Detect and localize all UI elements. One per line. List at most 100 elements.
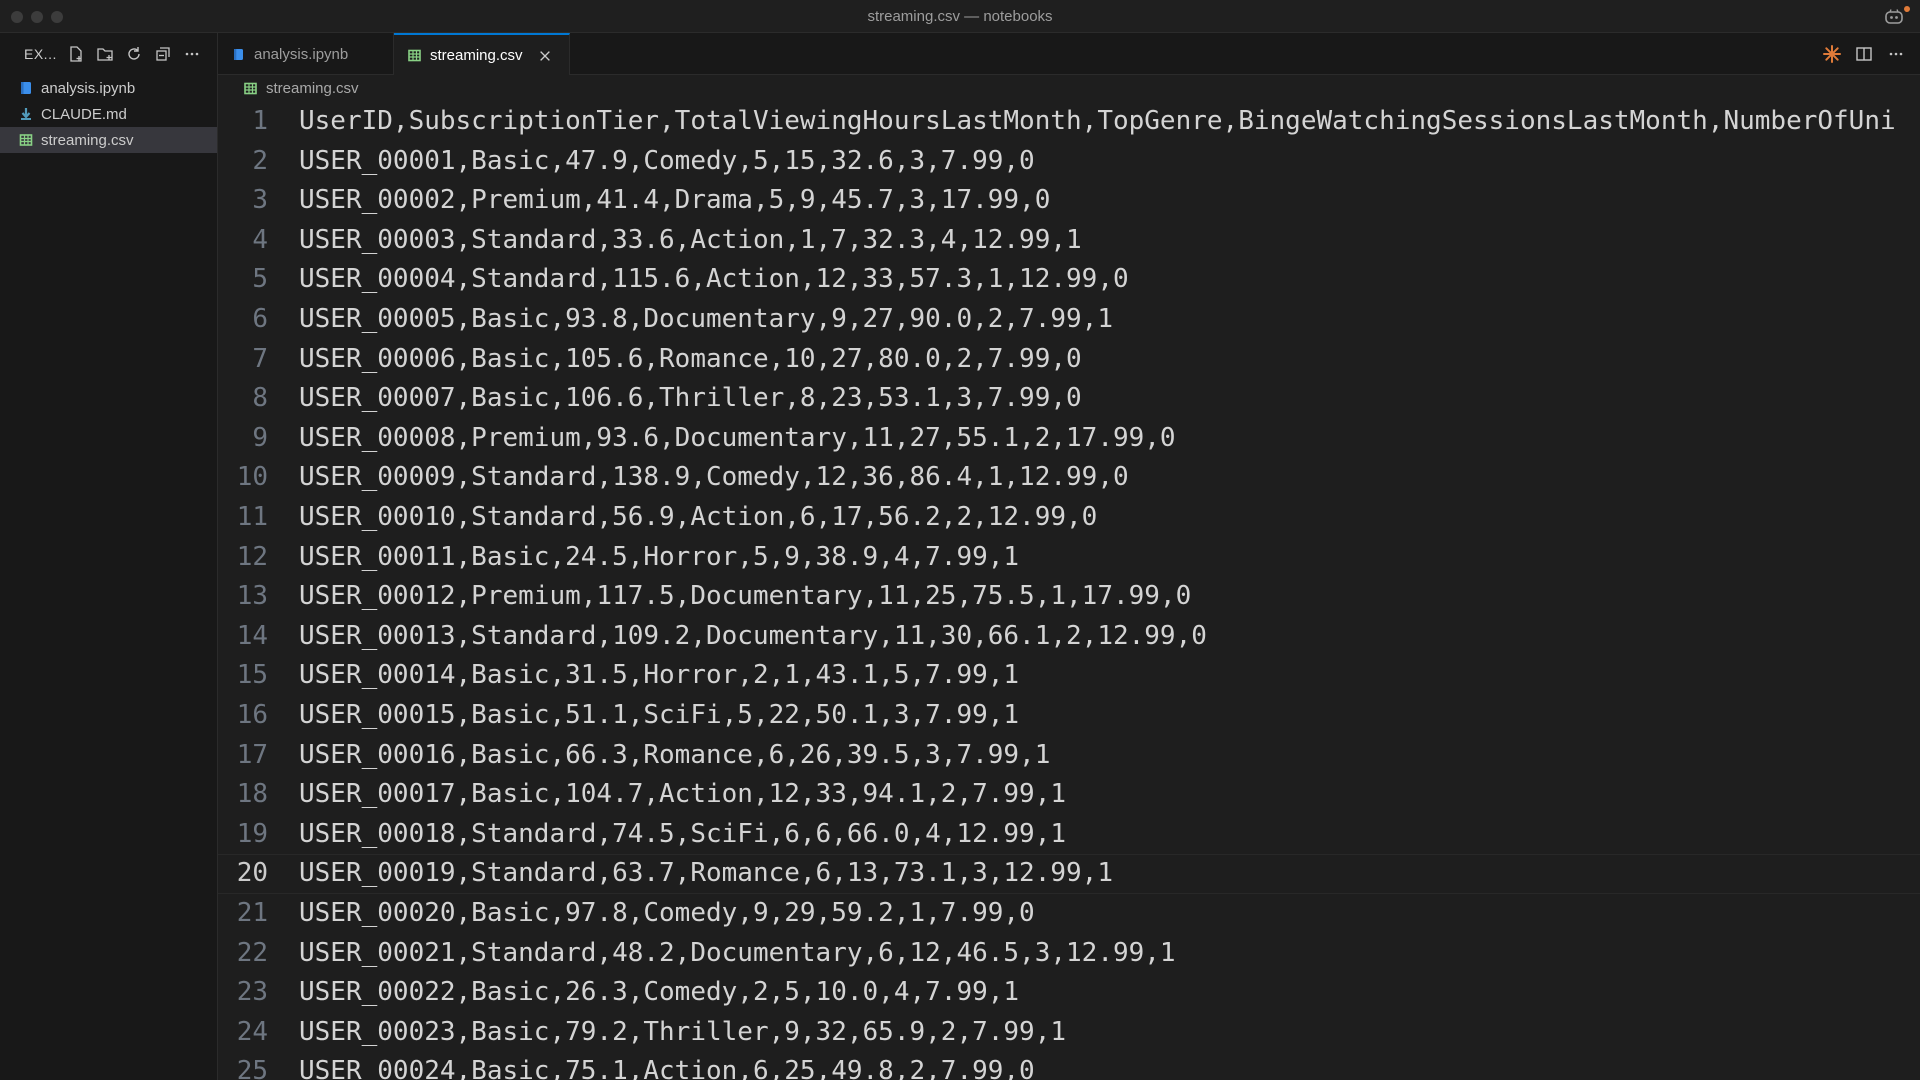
file-item-claude[interactable]: CLAUDE.md xyxy=(0,101,217,127)
editor-tab-bar: analysis.ipynb streaming.csv xyxy=(218,33,1920,76)
code-line[interactable]: 20 USER_00019,Standard,63.7,Romance,6,13,… xyxy=(218,854,1920,894)
explorer-header: EX... xyxy=(0,33,217,75)
new-file-icon[interactable] xyxy=(66,44,86,64)
line-number: 12 xyxy=(236,541,268,572)
code-line[interactable]: 3 USER_00002,Premium,41.4,Drama,5,9,45.7,… xyxy=(218,181,1920,221)
code-line[interactable]: 15 USER_00014,Basic,31.5,Horror,2,1,43.1,… xyxy=(218,656,1920,696)
line-text: USER_00011,Basic,24.5,Horror,5,9,38.9,4,… xyxy=(299,541,1020,572)
code-line[interactable]: 16 USER_00015,Basic,51.1,SciFi,5,22,50.1,… xyxy=(218,696,1920,736)
line-text: USER_00004,Standard,115.6,Action,12,33,5… xyxy=(299,264,1129,295)
line-number: 1 xyxy=(252,106,268,136)
explorer-sidebar: EX... analysis.ipynb CLAUDE.md streaming… xyxy=(0,33,218,1080)
line-number: 21 xyxy=(236,898,268,928)
code-line[interactable]: 12 USER_00011,Basic,24.5,Horror,5,9,38.9,… xyxy=(218,538,1920,578)
line-text: USER_00009,Standard,138.9,Comedy,12,36,8… xyxy=(299,462,1129,493)
code-line[interactable]: 21 USER_00020,Basic,97.8,Comedy,9,29,59.2… xyxy=(218,894,1920,934)
tab-label: analysis.ipynb xyxy=(254,45,349,63)
line-number: 20 xyxy=(236,858,268,889)
line-text: USER_00003,Standard,33.6,Action,1,7,32.3… xyxy=(299,224,1082,255)
breadcrumb[interactable]: streaming.csv xyxy=(218,75,1920,101)
collapse-all-icon[interactable] xyxy=(153,44,173,64)
refresh-icon[interactable] xyxy=(124,44,144,64)
line-text: USER_00021,Standard,48.2,Documentary,6,1… xyxy=(299,937,1176,968)
code-line[interactable]: 9 USER_00008,Premium,93.6,Documentary,11,… xyxy=(218,419,1920,459)
tab-label: streaming.csv xyxy=(430,47,523,64)
file-list: analysis.ipynb CLAUDE.md streaming.csv xyxy=(0,75,217,153)
line-number: 7 xyxy=(252,343,268,374)
code-line[interactable]: 19 USER_00018,Standard,74.5,SciFi,6,6,66.… xyxy=(218,815,1920,855)
line-text: USER_00020,Basic,97.8,Comedy,9,29,59.2,1… xyxy=(299,898,1035,928)
code-line[interactable]: 14 USER_00013,Standard,109.2,Documentary,… xyxy=(218,617,1920,657)
line-number: 2 xyxy=(252,145,268,176)
file-item-analysis[interactable]: analysis.ipynb xyxy=(0,75,217,101)
line-text: USER_00015,Basic,51.1,SciFi,5,22,50.1,3,… xyxy=(299,700,1020,730)
code-line[interactable]: 25 USER_00024,Basic,75.1,Action,6,25,49.8… xyxy=(218,1052,1920,1080)
line-text: USER_00001,Basic,47.9,Comedy,5,15,32.6,3… xyxy=(299,145,1035,176)
code-line[interactable]: 2 USER_00001,Basic,47.9,Comedy,5,15,32.6,… xyxy=(218,142,1920,182)
file-name: analysis.ipynb xyxy=(41,79,136,97)
more-actions-icon[interactable] xyxy=(1886,44,1906,64)
code-line[interactable]: 1 UserID,SubscriptionTier,TotalViewingHou… xyxy=(218,102,1920,142)
notebook-icon xyxy=(19,81,33,95)
editor-actions xyxy=(1822,44,1906,64)
line-number: 9 xyxy=(252,422,268,453)
line-text: USER_00005,Basic,93.8,Documentary,9,27,9… xyxy=(299,304,1113,334)
line-text: USER_00012,Premium,117.5,Documentary,11,… xyxy=(299,581,1192,612)
notebook-icon xyxy=(232,48,245,61)
line-text: USER_00017,Basic,104.7,Action,12,33,94.1… xyxy=(299,779,1067,810)
code-line[interactable]: 6 USER_00005,Basic,93.8,Documentary,9,27,… xyxy=(218,300,1920,340)
line-text: USER_00024,Basic,75.1,Action,6,25,49.8,2… xyxy=(299,1056,1035,1080)
line-number: 22 xyxy=(236,937,268,968)
line-text: USER_00013,Standard,109.2,Documentary,11… xyxy=(299,620,1207,651)
code-line[interactable]: 17 USER_00016,Basic,66.3,Romance,6,26,39.… xyxy=(218,736,1920,776)
line-number: 18 xyxy=(236,779,268,810)
explorer-title: EX... xyxy=(24,46,57,62)
line-number: 19 xyxy=(236,818,268,849)
line-text: USER_00002,Premium,41.4,Drama,5,9,45.7,3… xyxy=(299,185,1051,216)
line-text: USER_00007,Basic,106.6,Thriller,8,23,53.… xyxy=(299,383,1082,414)
line-number: 15 xyxy=(236,660,268,691)
copilot-icon[interactable] xyxy=(1884,7,1904,27)
split-editor-icon[interactable] xyxy=(1854,44,1874,64)
line-text: USER_00018,Standard,74.5,SciFi,6,6,66.0,… xyxy=(299,818,1067,849)
code-line[interactable]: 22 USER_00021,Standard,48.2,Documentary,6… xyxy=(218,934,1920,974)
line-text: USER_00016,Basic,66.3,Romance,6,26,39.5,… xyxy=(299,739,1051,770)
code-line[interactable]: 23 USER_00022,Basic,26.3,Comedy,2,5,10.0,… xyxy=(218,973,1920,1013)
code-line[interactable]: 8 USER_00007,Basic,106.6,Thriller,8,23,53… xyxy=(218,379,1920,419)
code-line[interactable]: 13 USER_00012,Premium,117.5,Documentary,1… xyxy=(218,577,1920,617)
code-editor[interactable]: 1 UserID,SubscriptionTier,TotalViewingHou… xyxy=(218,102,1920,1080)
line-number: 8 xyxy=(252,383,268,414)
code-line[interactable]: 11 USER_00010,Standard,56.9,Action,6,17,5… xyxy=(218,498,1920,538)
app-window: streaming.csv — notebooks EX... analysis… xyxy=(0,0,1920,1080)
code-line[interactable]: 18 USER_00017,Basic,104.7,Action,12,33,94… xyxy=(218,775,1920,815)
more-actions-icon[interactable] xyxy=(182,44,202,64)
title-bar: streaming.csv — notebooks xyxy=(0,0,1920,33)
claude-icon[interactable] xyxy=(1822,44,1842,64)
file-name: CLAUDE.md xyxy=(41,105,127,123)
csv-icon xyxy=(19,133,33,147)
tab-streaming[interactable]: streaming.csv xyxy=(394,33,570,76)
code-line[interactable]: 10 USER_00009,Standard,138.9,Comedy,12,36… xyxy=(218,458,1920,498)
line-number: 14 xyxy=(236,620,268,651)
close-icon[interactable] xyxy=(537,48,553,64)
line-text: USER_00014,Basic,31.5,Horror,2,1,43.1,5,… xyxy=(299,660,1020,691)
line-number: 16 xyxy=(236,700,268,730)
line-number: 11 xyxy=(236,502,268,532)
line-number: 13 xyxy=(236,581,268,612)
line-number: 3 xyxy=(252,185,268,216)
markdown-icon xyxy=(19,107,33,121)
csv-icon xyxy=(244,82,257,95)
csv-icon xyxy=(408,49,421,62)
code-line[interactable]: 7 USER_00006,Basic,105.6,Romance,10,27,80… xyxy=(218,340,1920,380)
code-line[interactable]: 24 USER_00023,Basic,79.2,Thriller,9,32,65… xyxy=(218,1013,1920,1053)
new-folder-icon[interactable] xyxy=(95,44,115,64)
code-line[interactable]: 5 USER_00004,Standard,115.6,Action,12,33,… xyxy=(218,260,1920,300)
file-item-streaming[interactable]: streaming.csv xyxy=(0,127,217,153)
line-number: 4 xyxy=(252,224,268,255)
line-text: USER_00006,Basic,105.6,Romance,10,27,80.… xyxy=(299,343,1082,374)
tab-analysis[interactable]: analysis.ipynb xyxy=(218,33,394,75)
line-number: 23 xyxy=(236,977,268,1008)
code-line[interactable]: 4 USER_00003,Standard,33.6,Action,1,7,32.… xyxy=(218,221,1920,261)
line-number: 25 xyxy=(236,1056,268,1080)
line-text: USER_00019,Standard,63.7,Romance,6,13,73… xyxy=(299,858,1113,889)
